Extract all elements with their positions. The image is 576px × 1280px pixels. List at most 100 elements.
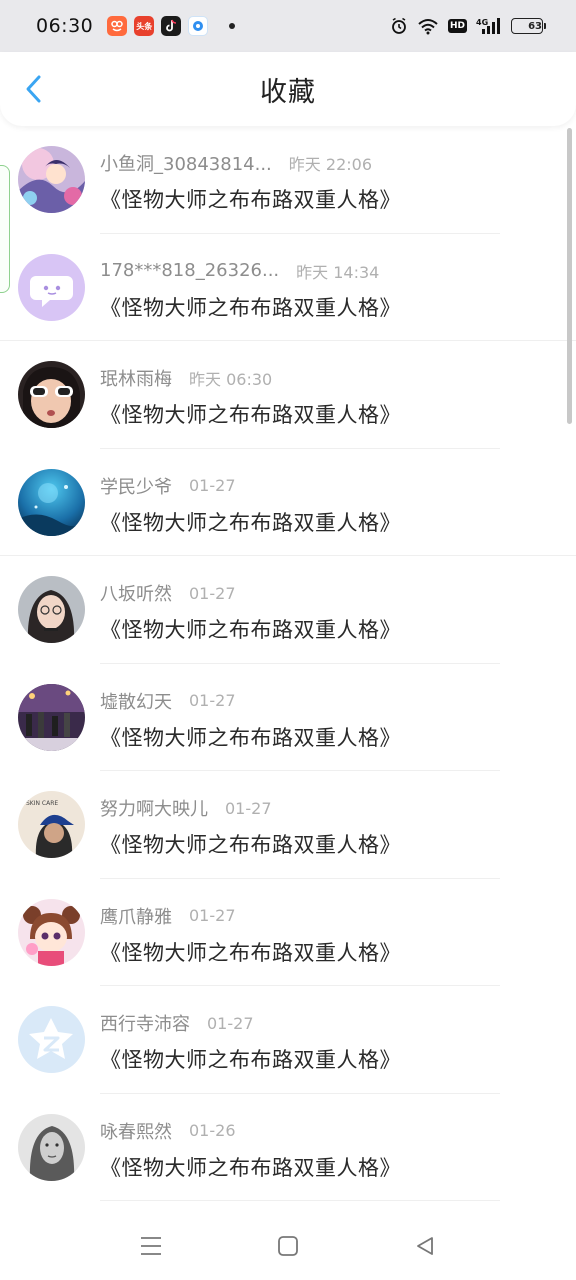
item-username[interactable]: 鹰爪静雅 [100,903,172,929]
item-timestamp: 01-27 [207,1013,254,1033]
status-time: 06:30 [36,15,94,37]
wifi-icon [417,17,439,35]
child-sunglasses-avatar[interactable] [18,361,85,428]
item-content[interactable]: 《怪物大师之布布路双重人格》 [100,722,556,752]
default-chat-avatar[interactable] [18,253,85,321]
battery-indicator: 63 [511,18,543,34]
battery-cap [544,23,546,29]
bw-woman-avatar[interactable] [18,1113,85,1181]
item-timestamp: 01-27 [189,691,236,710]
item-meta: 珉林雨梅 昨天 06:30 [100,366,556,390]
toutiao-app-icon: 头条 [134,16,155,36]
item-timestamp: 01-26 [189,1121,236,1140]
list-item[interactable]: 178***818_26326... 昨天 14:34 《怪物大师之布布路双重人格》 [0,234,576,341]
item-text-block: 墟散幻天 01-27 《怪物大师之布布路双重人格》 [100,689,556,752]
item-username[interactable]: 墟散幻天 [100,688,172,714]
item-content[interactable]: 《怪物大师之布布路双重人格》 [100,829,556,859]
menu-nav-button[interactable] [137,1232,165,1260]
back-button[interactable] [18,72,48,106]
item-content[interactable]: 《怪物大师之布布路双重人格》 [100,507,556,537]
item-timestamp: 昨天 06:30 [189,370,273,389]
item-divider [100,1200,500,1201]
qzone-default-avatar[interactable] [18,1006,85,1073]
battery-level: 63 [528,20,542,32]
blue-cap-avatar[interactable]: SKIN CARE [18,791,85,858]
item-meta: 西行寺沛容 01-27 [100,1010,556,1036]
item-content[interactable]: 《怪物大师之布布路双重人格》 [100,937,556,967]
home-nav-button[interactable] [274,1232,302,1260]
page-header: 收藏 [0,52,576,126]
item-text-block: 鹰爪静雅 01-27 《怪物大师之布布路双重人格》 [100,904,556,967]
list-item[interactable]: 西行寺沛容 01-27 《怪物大师之布布路双重人格》 [0,986,576,1094]
item-username[interactable]: 努力啊大映儿 [100,795,208,821]
item-content[interactable]: 《怪物大师之布布路双重人格》 [100,1044,556,1074]
toutiao-app-label: 头条 [136,21,153,31]
notification-dot [229,23,236,29]
list-item[interactable]: 墟散幻天 01-27 《怪物大师之布布路双重人格》 [0,664,576,771]
cartoon-girl-avatar[interactable] [18,898,85,966]
item-meta: 八坂听然 01-27 [100,580,556,606]
item-content[interactable]: 《怪物大师之布布路双重人格》 [100,292,556,322]
item-content[interactable]: 《怪物大师之布布路双重人格》 [100,184,556,214]
tiktok-app-icon [161,16,182,36]
anime-avatar[interactable] [18,146,85,213]
item-text-block: 178***818_26326... 昨天 14:34 《怪物大师之布布路双重人格》 [100,259,556,322]
hd-badge: HD [447,19,467,33]
item-meta: 178***818_26326... 昨天 14:34 [100,259,556,283]
floating-side-tab[interactable] [0,165,10,293]
page-title: 收藏 [260,76,316,108]
item-username[interactable]: 学民少爷 [100,473,172,499]
signal-icon: 4G [476,17,502,35]
ocean-avatar[interactable] [18,468,85,536]
list-item[interactable]: 鹰爪静雅 01-27 《怪物大师之布布路双重人格》 [0,879,576,986]
girl-glasses-avatar[interactable] [18,576,85,643]
item-username[interactable]: 178***818_26326... [100,260,279,281]
item-username[interactable]: 小鱼洞_30843814... [100,150,272,176]
item-text-block: 咏春熙然 01-26 《怪物大师之布布路双重人格》 [100,1119,556,1182]
item-username[interactable]: 珉林雨梅 [100,365,172,391]
list-item[interactable]: 学民少爷 01-27 《怪物大师之布布路双重人格》 [0,449,576,556]
item-meta: 咏春熙然 01-26 [100,1119,556,1143]
list-item[interactable]: 珉林雨梅 昨天 06:30 《怪物大师之布布路双重人格》 [0,341,576,449]
item-timestamp: 01-27 [225,798,272,818]
item-text-block: 学民少爷 01-27 《怪物大师之布布路双重人格》 [100,474,556,537]
status-bar: 06:30 头条 HD 4G 63 [0,0,576,52]
list-item[interactable]: 咏春熙然 01-26 《怪物大师之布布路双重人格》 [0,1094,576,1201]
item-content[interactable]: 《怪物大师之布布路双重人格》 [100,614,556,644]
item-meta: 鹰爪静雅 01-27 [100,904,556,928]
item-timestamp: 01-27 [189,583,236,603]
item-username[interactable]: 西行寺沛容 [100,1010,190,1036]
back-nav-button[interactable] [411,1232,439,1260]
status-right-group: HD 4G 63 [390,17,546,35]
favorites-list: 小鱼洞_30843814... 昨天 22:06 《怪物大师之布布路双重人格》 178… [0,126,576,1201]
scrollbar[interactable] [567,128,572,424]
menu-icon [141,1237,161,1255]
item-username[interactable]: 咏春熙然 [100,1118,172,1144]
street-night-avatar[interactable] [18,683,85,751]
back-triangle-icon [417,1237,433,1255]
item-timestamp: 昨天 14:34 [296,262,380,282]
alarm-icon [390,17,408,35]
item-text-block: 努力啊大映儿 01-27 《怪物大师之布布路双重人格》 [100,796,556,859]
item-meta: 小鱼洞_30843814... 昨天 22:06 [100,151,556,175]
list-item[interactable]: SKIN CARE 努力啊大映儿 01-27 《怪物大师之布布路双重人格》 [0,771,576,879]
system-nav-bar [0,1214,576,1280]
signal-label: 4G [476,18,488,27]
item-meta: 努力啊大映儿 01-27 [100,795,556,821]
item-text-block: 西行寺沛容 01-27 《怪物大师之布布路双重人格》 [100,1011,556,1074]
item-meta: 学民少爷 01-27 [100,474,556,498]
list-item[interactable]: 八坂听然 01-27 《怪物大师之布布路双重人格》 [0,556,576,664]
list-item[interactable]: 小鱼洞_30843814... 昨天 22:06 《怪物大师之布布路双重人格》 [0,126,576,234]
item-timestamp: 01-27 [189,906,236,925]
item-username[interactable]: 八坂听然 [100,580,172,606]
chevron-left-icon [26,75,41,103]
item-content[interactable]: 《怪物大师之布布路双重人格》 [100,1152,556,1182]
item-text-block: 小鱼洞_30843814... 昨天 22:06 《怪物大师之布布路双重人格》 [100,151,556,214]
item-text-block: 珉林雨梅 昨天 06:30 《怪物大师之布布路双重人格》 [100,366,556,429]
item-content[interactable]: 《怪物大师之布布路双重人格》 [100,399,556,429]
svg-text:SKIN CARE: SKIN CARE [26,800,58,807]
taobao-app-icon [107,16,128,36]
item-meta: 墟散幻天 01-27 [100,689,556,713]
battery-icon: 63 [511,18,546,34]
item-timestamp: 01-27 [189,476,236,495]
